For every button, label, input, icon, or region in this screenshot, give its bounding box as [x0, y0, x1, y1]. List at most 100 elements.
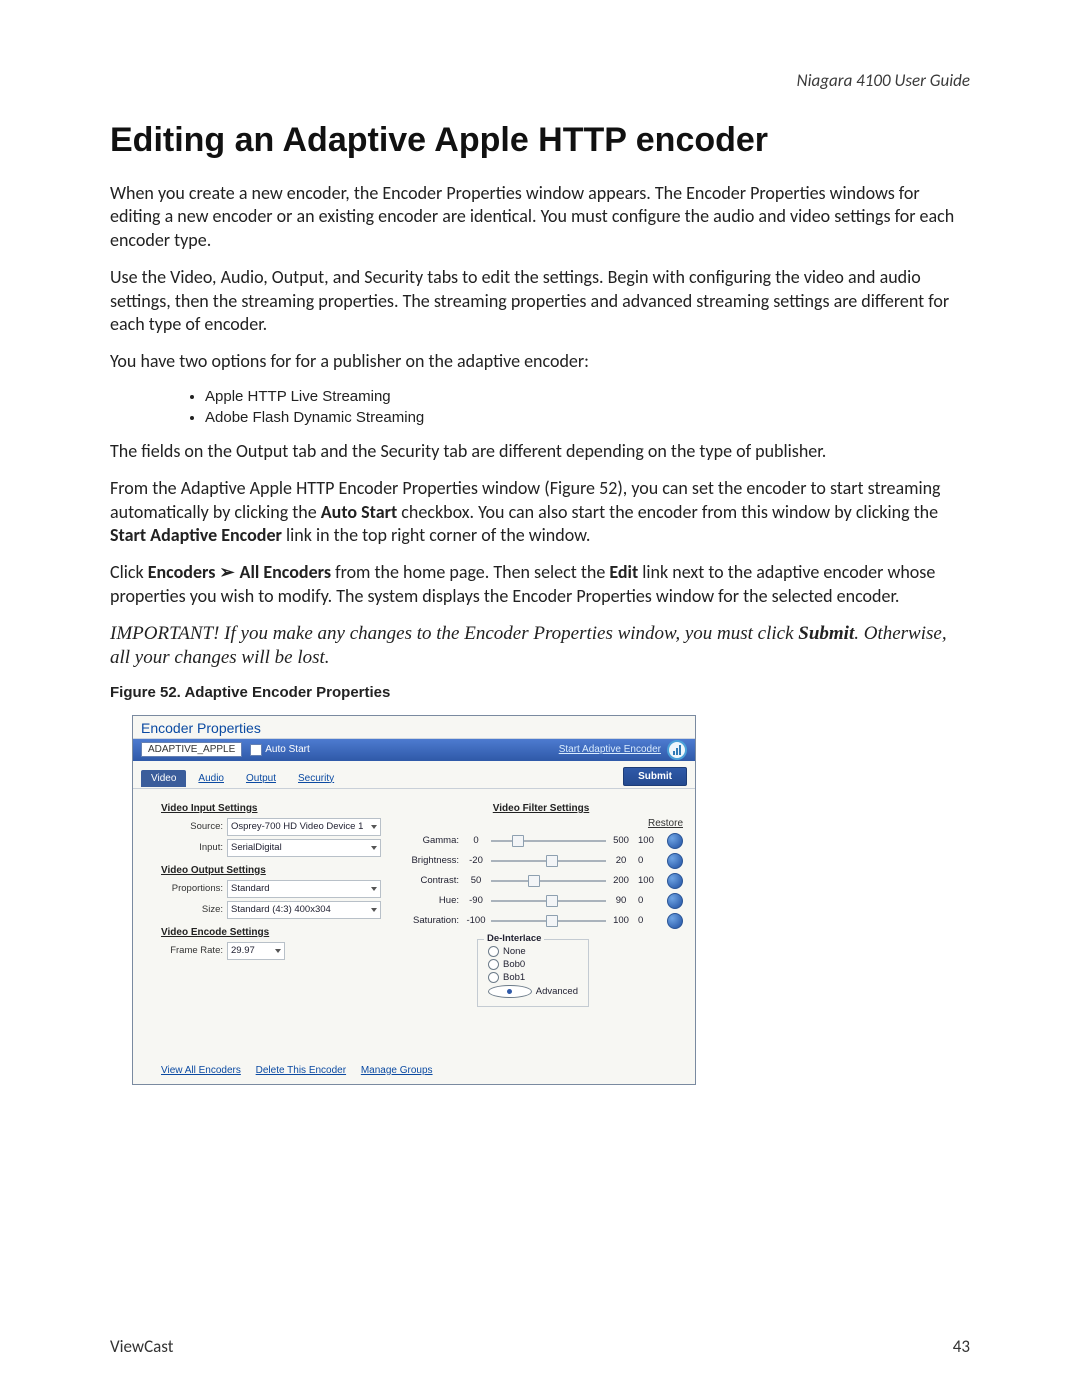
saturation-value[interactable]: 0: [634, 915, 664, 926]
right-column: Video Filter Settings Restore Gamma: 0 5…: [399, 799, 683, 1049]
encoder-properties-window: Encoder Properties ADAPTIVE_APPLE Auto S…: [132, 715, 696, 1085]
intro-para-1: When you create a new encoder, the Encod…: [110, 182, 970, 252]
hue-label: Hue:: [399, 895, 463, 906]
deint-radio-none[interactable]: None: [488, 946, 578, 957]
auto-start-label: Auto Start: [265, 744, 309, 755]
gamma-slider[interactable]: [491, 840, 606, 842]
manage-groups-link[interactable]: Manage Groups: [361, 1065, 433, 1076]
page-footer: ViewCast 43: [110, 1336, 970, 1357]
text: Click: [110, 561, 148, 583]
deint-radio-bob1[interactable]: Bob1: [488, 972, 578, 983]
radio-icon: [488, 985, 532, 998]
proportions-label: Proportions:: [161, 883, 227, 894]
contrast-min: 50: [463, 875, 489, 886]
contrast-max: 200: [608, 875, 634, 886]
intro-para-2: Use the Video, Audio, Output, and Securi…: [110, 266, 970, 336]
hue-slider[interactable]: [491, 900, 606, 902]
gamma-max: 500: [608, 835, 634, 846]
saturation-slider[interactable]: [491, 920, 606, 922]
brightness-value[interactable]: 0: [634, 855, 664, 866]
brightness-label: Brightness:: [399, 855, 463, 866]
brightness-slider[interactable]: [491, 860, 606, 862]
contrast-slider[interactable]: [491, 880, 606, 882]
brightness-max: 20: [608, 855, 634, 866]
slider-knob[interactable]: [546, 895, 558, 907]
body-para-6: Click Encoders ➢ All Encoders from the h…: [110, 561, 970, 608]
select-value: Osprey-700 HD Video Device 1: [231, 821, 363, 832]
slider-knob[interactable]: [546, 915, 558, 927]
body-para-5: From the Adaptive Apple HTTP Encoder Pro…: [110, 477, 970, 547]
list-item: Adobe Flash Dynamic Streaming: [205, 409, 970, 426]
encoder-name-field[interactable]: ADAPTIVE_APPLE: [141, 742, 242, 757]
gamma-min: 0: [463, 835, 489, 846]
radio-icon: [488, 972, 499, 983]
window-body: Video Input Settings Source: Osprey-700 …: [133, 789, 695, 1059]
tab-output[interactable]: Output: [236, 770, 286, 787]
hue-value[interactable]: 0: [634, 895, 664, 906]
bold-edit: Edit: [609, 561, 638, 583]
radio-label: Bob1: [503, 972, 525, 983]
chevron-down-icon: [371, 846, 377, 850]
chevron-down-icon: [371, 825, 377, 829]
radio-label: Bob0: [503, 959, 525, 970]
delete-this-encoder-link[interactable]: Delete This Encoder: [256, 1065, 346, 1076]
brand-logo-icon: [667, 740, 687, 760]
slider-knob[interactable]: [528, 875, 540, 887]
gamma-reset-button[interactable]: [667, 833, 683, 849]
select-value: 29.97: [231, 945, 255, 956]
list-item: Apple HTTP Live Streaming: [205, 388, 970, 405]
saturation-reset-button[interactable]: [667, 913, 683, 929]
gamma-label: Gamma:: [399, 835, 463, 846]
gamma-value[interactable]: 100: [634, 835, 664, 846]
start-adaptive-encoder-link[interactable]: Start Adaptive Encoder: [559, 744, 661, 755]
video-filter-settings-head: Video Filter Settings: [399, 803, 683, 814]
submit-button[interactable]: Submit: [623, 767, 687, 786]
input-select[interactable]: SerialDigital: [227, 839, 381, 857]
video-input-settings-head: Video Input Settings: [161, 803, 381, 814]
document-page: Niagara 4100 User Guide Editing an Adapt…: [0, 0, 1080, 1397]
slider-knob[interactable]: [546, 855, 558, 867]
brightness-reset-button[interactable]: [667, 853, 683, 869]
hue-reset-button[interactable]: [667, 893, 683, 909]
frame-rate-select[interactable]: 29.97: [227, 942, 285, 960]
tab-security[interactable]: Security: [288, 770, 344, 787]
deinterlace-legend: De-Interlace: [484, 933, 544, 944]
deint-radio-bob0[interactable]: Bob0: [488, 959, 578, 970]
important-note: IMPORTANT! If you make any changes to th…: [110, 622, 970, 670]
size-select[interactable]: Standard (4:3) 400x304: [227, 901, 381, 919]
bold-encoders: Encoders: [148, 561, 216, 583]
tab-video[interactable]: Video: [141, 770, 186, 787]
running-header: Niagara 4100 User Guide: [110, 70, 970, 91]
bold-all-encoders: All Encoders: [240, 561, 331, 583]
publisher-options-list: Apple HTTP Live Streaming Adobe Flash Dy…: [205, 388, 970, 426]
hue-min: -90: [463, 895, 489, 906]
proportions-select[interactable]: Standard: [227, 880, 381, 898]
saturation-min: -100: [463, 915, 489, 926]
deinterlace-group: De-Interlace None Bob0 Bob1: [477, 939, 589, 1007]
restore-link[interactable]: Restore: [399, 818, 683, 829]
footer-page-number: 43: [953, 1336, 970, 1357]
video-output-settings-head: Video Output Settings: [161, 865, 381, 876]
contrast-value[interactable]: 100: [634, 875, 664, 886]
bold-submit-text: Submit: [798, 623, 854, 644]
filter-sliders: Gamma: 0 500 100 Brightness: -20 20 0: [399, 831, 683, 931]
arrow-icon: ➢: [219, 562, 239, 582]
bold-auto-start: Auto Start: [321, 501, 397, 523]
contrast-reset-button[interactable]: [667, 873, 683, 889]
tab-audio[interactable]: Audio: [188, 770, 234, 787]
saturation-label: Saturation:: [399, 915, 463, 926]
auto-start-checkbox[interactable]: Auto Start: [250, 744, 309, 756]
source-select[interactable]: Osprey-700 HD Video Device 1: [227, 818, 381, 836]
deint-radio-advanced[interactable]: Advanced: [488, 985, 578, 998]
view-all-encoders-link[interactable]: View All Encoders: [161, 1065, 241, 1076]
input-label: Input:: [161, 842, 227, 853]
select-value: Standard: [231, 883, 270, 894]
slider-knob[interactable]: [512, 835, 524, 847]
page-title: Editing an Adaptive Apple HTTP encoder: [110, 121, 970, 160]
radio-icon: [488, 946, 499, 957]
radio-label: None: [503, 946, 526, 957]
footer-brand: ViewCast: [110, 1336, 173, 1357]
radio-icon: [488, 959, 499, 970]
window-title: Encoder Properties: [133, 716, 695, 739]
left-column: Video Input Settings Source: Osprey-700 …: [161, 799, 381, 1049]
